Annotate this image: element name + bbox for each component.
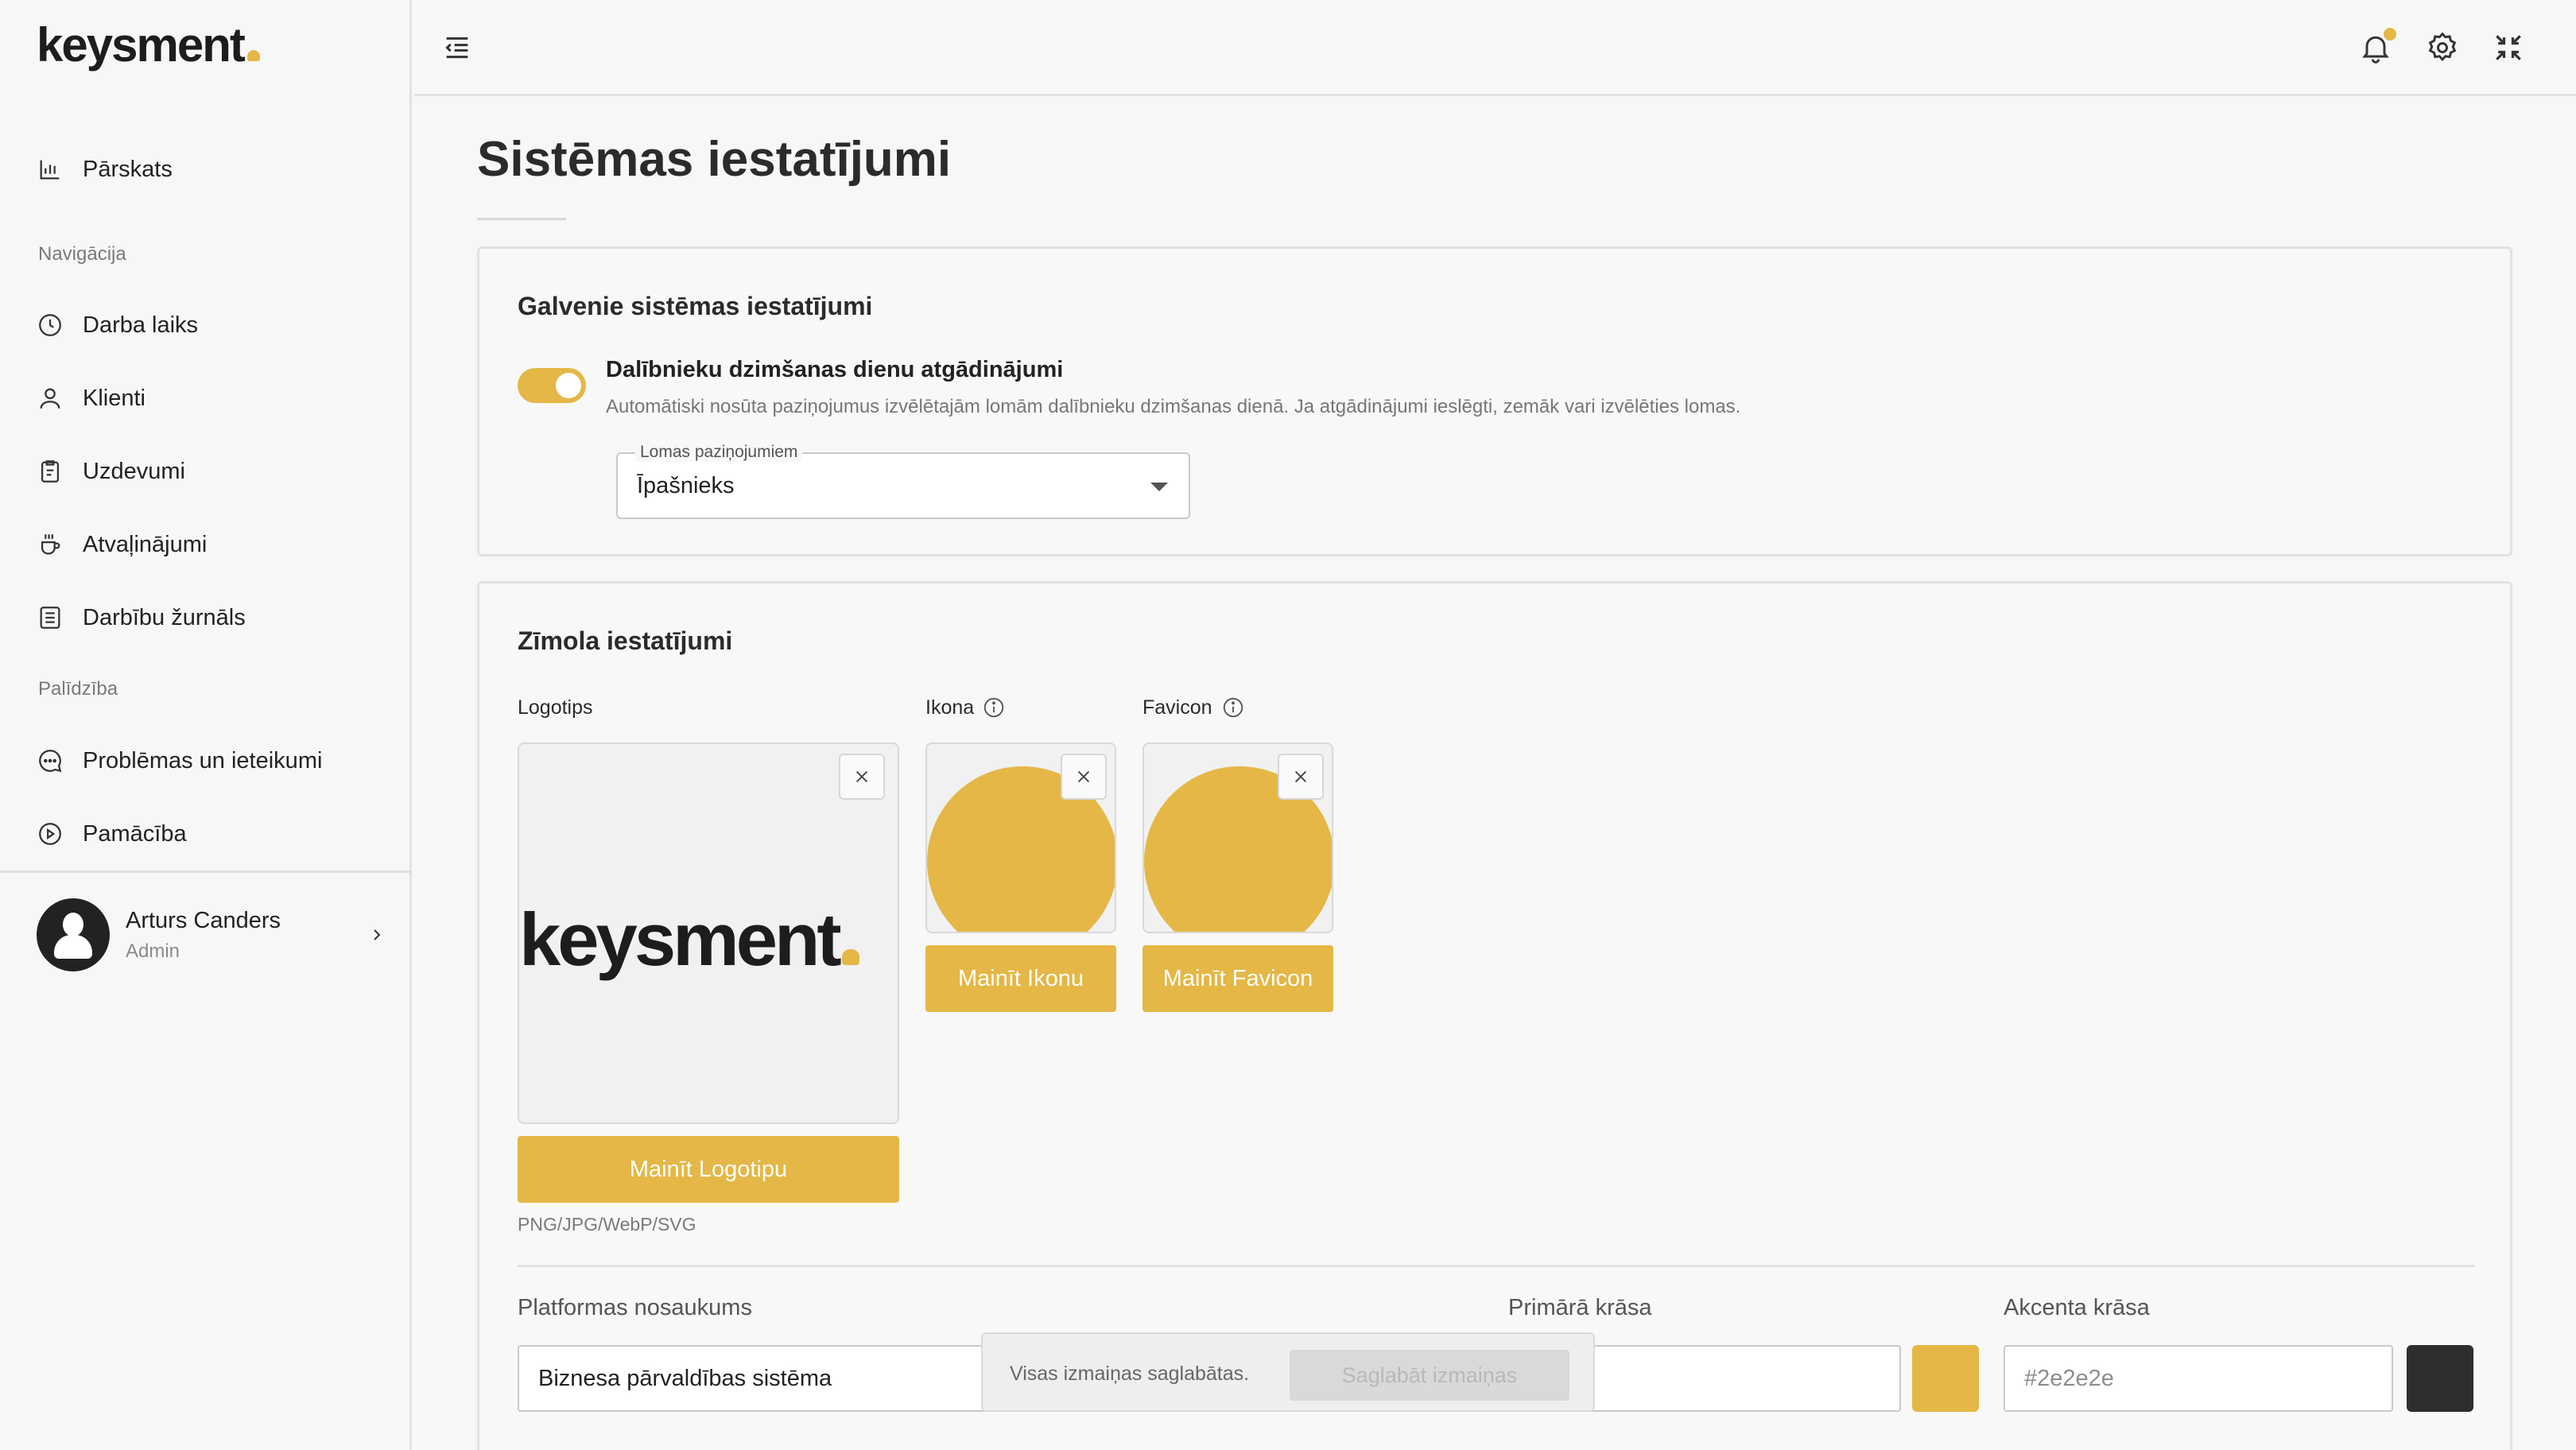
- sidebar-item-label: Problēmas un ieteikumi: [83, 747, 323, 773]
- sidebar-item-activity-log[interactable]: Darbību žurnāls: [37, 594, 386, 642]
- user-icon: [40, 388, 60, 409]
- list-icon: [40, 607, 60, 629]
- allowed-formats: PNG/JPG/WebP/SVG: [518, 1214, 696, 1235]
- sidebar-item-overview[interactable]: Pārskats: [37, 145, 386, 193]
- sidebar-item-vacations[interactable]: Atvaļinājumi: [37, 521, 386, 568]
- sidebar-item-label: Atvaļinājumi: [83, 531, 208, 557]
- section-divider: [518, 1265, 2475, 1267]
- sidebar-item-label: Darba laiks: [83, 312, 199, 338]
- title-underline: [477, 218, 566, 220]
- info-icon[interactable]: [982, 696, 1006, 719]
- favicon-label: Favicon: [1143, 696, 1212, 719]
- gear-icon[interactable]: [2425, 30, 2460, 65]
- icon-label: Ikona: [925, 696, 975, 719]
- icon-preview: [925, 742, 1116, 933]
- fullscreen-exit-icon[interactable]: [2491, 30, 2526, 65]
- remove-icon-button[interactable]: [1061, 754, 1107, 800]
- user-profile[interactable]: Arturs Canders Admin: [37, 897, 386, 973]
- close-icon: [855, 770, 868, 783]
- sidebar-item-clients[interactable]: Klienti: [37, 374, 386, 422]
- sidebar-item-label: Uzdevumi: [83, 458, 185, 484]
- avatar: [37, 898, 110, 971]
- logo-preview-image: keysment: [519, 897, 898, 983]
- collapse-menu-icon[interactable]: [441, 32, 473, 64]
- brand-settings-title: Zīmola iestatījumi: [518, 626, 733, 655]
- change-favicon-button[interactable]: Mainīt Favicon: [1143, 945, 1333, 1012]
- sidebar-item-label: Pārskats: [83, 156, 173, 182]
- roles-select[interactable]: Lomas paziņojumiem Īpašnieks: [616, 443, 1190, 519]
- nav-section-navigation: Navigācija: [38, 243, 126, 265]
- accent-color-label: Akcenta krāsa: [2004, 1295, 2150, 1320]
- save-changes-button[interactable]: Saglabāt izmaiņas: [1290, 1350, 1569, 1401]
- sidebar-item-tutorial[interactable]: Pamācība: [37, 810, 386, 858]
- toggle-title: Dalībnieku dzimšanas dienu atgādinājumi: [606, 357, 1064, 382]
- chat-icon: [39, 750, 62, 773]
- user-role: Admin: [126, 940, 180, 962]
- topbar: [414, 0, 2576, 96]
- sidebar-item-label: Darbību žurnāls: [83, 604, 246, 630]
- app-logo[interactable]: keysment: [37, 17, 260, 72]
- info-icon[interactable]: [1221, 696, 1245, 719]
- change-icon-button[interactable]: Mainīt Ikonu: [925, 945, 1116, 1012]
- clipboard-icon: [41, 460, 60, 483]
- toggle-description: Automātiski nosūta paziņojumus izvēlētaj…: [606, 396, 1741, 417]
- primary-color-swatch[interactable]: [1912, 1345, 1979, 1412]
- favicon-preview: [1143, 742, 1333, 933]
- nav-section-help: Palīdzība: [38, 678, 118, 700]
- logo-preview: keysment: [518, 742, 899, 1124]
- general-settings-card: Galvenie sistēmas iestatījumi Dalībnieku…: [477, 246, 2512, 556]
- platform-name-label: Platformas nosaukums: [518, 1295, 752, 1320]
- accent-color-swatch[interactable]: [2407, 1345, 2473, 1412]
- chevron-right-icon: [374, 929, 381, 940]
- accent-color-input[interactable]: #2e2e2e: [2004, 1345, 2393, 1412]
- change-logo-button[interactable]: Mainīt Logotipu: [518, 1136, 899, 1203]
- remove-logo-button[interactable]: [839, 754, 885, 800]
- sidebar: keysment Pārskats Navigācija Darba laiks…: [0, 0, 412, 1450]
- user-name: Arturs Canders: [126, 907, 281, 933]
- birthday-reminders-toggle[interactable]: [518, 368, 586, 403]
- save-status: Visas izmaiņas saglabātas.: [1010, 1363, 1250, 1385]
- sidebar-item-label: Klienti: [83, 385, 145, 411]
- sidebar-item-feedback[interactable]: Problēmas un ieteikumi: [37, 737, 386, 785]
- sidebar-divider: [0, 870, 412, 873]
- caret-down-icon: [1150, 483, 1168, 491]
- notification-badge: [2384, 28, 2396, 41]
- sidebar-item-tasks[interactable]: Uzdevumi: [37, 448, 386, 495]
- brand-settings-card: Zīmola iestatījumi Logotips keysment Mai…: [477, 581, 2512, 1450]
- sidebar-item-work-time[interactable]: Darba laiks: [37, 301, 386, 349]
- bar-chart-icon: [40, 160, 60, 180]
- save-bar: Visas izmaiņas saglabātas. Saglabāt izma…: [981, 1332, 1595, 1412]
- play-circle-icon: [39, 823, 61, 845]
- roles-select-label: Lomas paziņojumiem: [635, 443, 803, 462]
- sidebar-item-label: Pamācība: [83, 820, 187, 847]
- roles-select-value: Īpašnieks: [637, 473, 735, 498]
- primary-color-label: Primārā krāsa: [1508, 1295, 1652, 1320]
- general-settings-title: Galvenie sistēmas iestatījumi: [518, 292, 873, 320]
- close-icon: [1077, 770, 1090, 783]
- clock-icon: [39, 314, 61, 336]
- logo-label: Logotips: [518, 696, 593, 719]
- remove-favicon-button[interactable]: [1278, 754, 1324, 800]
- close-icon: [1294, 770, 1307, 783]
- coffee-icon: [41, 534, 60, 555]
- page-title: Sistēmas iestatījumi: [477, 132, 952, 187]
